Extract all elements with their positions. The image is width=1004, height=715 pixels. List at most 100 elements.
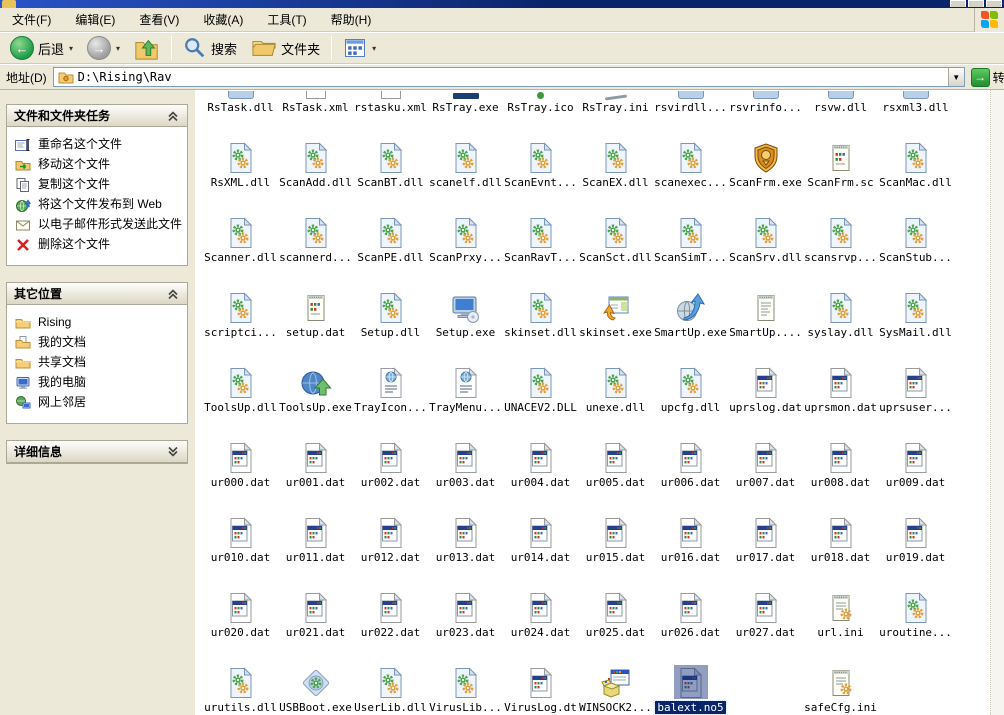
tasks-item-1[interactable]: 移动这个文件 bbox=[15, 155, 183, 175]
file-item[interactable]: uprslog.dat bbox=[728, 363, 803, 438]
file-item[interactable]: ScanBT.dll bbox=[353, 138, 428, 213]
file-item[interactable]: rsvrinfo... bbox=[728, 90, 803, 138]
file-item[interactable]: ScanFrm.sc bbox=[803, 138, 878, 213]
chevron-up-icon[interactable] bbox=[166, 287, 180, 301]
file-item[interactable]: ur001.dat bbox=[278, 438, 353, 513]
file-item[interactable]: UserLib.dll bbox=[353, 663, 428, 715]
file-item[interactable]: Setup.dll bbox=[353, 288, 428, 363]
file-item[interactable]: ur019.dat bbox=[878, 513, 953, 588]
chevron-down-icon[interactable] bbox=[166, 445, 180, 459]
file-item[interactable]: ur023.dat bbox=[428, 588, 503, 663]
file-item[interactable]: ur009.dat bbox=[878, 438, 953, 513]
file-item[interactable]: ur000.dat bbox=[203, 438, 278, 513]
file-item[interactable]: upcfg.dll bbox=[653, 363, 728, 438]
file-item[interactable]: rsxml3.dll bbox=[878, 90, 953, 138]
file-item[interactable]: RsTask.xml bbox=[278, 90, 353, 138]
file-item[interactable]: balext.no5 bbox=[653, 663, 728, 715]
file-item[interactable]: VirusLib... bbox=[428, 663, 503, 715]
file-item[interactable]: ScanSct.dll bbox=[578, 213, 653, 288]
file-item[interactable]: SysMail.dll bbox=[878, 288, 953, 363]
file-item[interactable]: ur020.dat bbox=[203, 588, 278, 663]
file-item[interactable]: ur027.dat bbox=[728, 588, 803, 663]
tasks-item-4[interactable]: 以电子邮件形式发送此文件 bbox=[15, 215, 183, 235]
views-button[interactable]: ▾ bbox=[337, 34, 382, 62]
go-button[interactable]: → 转到 bbox=[971, 68, 1004, 87]
chevron-up-icon[interactable] bbox=[166, 109, 180, 123]
back-dropdown-icon[interactable]: ▾ bbox=[69, 44, 73, 53]
file-item[interactable]: ur016.dat bbox=[653, 513, 728, 588]
forward-dropdown-icon[interactable]: ▾ bbox=[116, 44, 120, 53]
panel-details-header[interactable]: 详细信息 bbox=[7, 441, 187, 463]
file-item[interactable]: ur018.dat bbox=[803, 513, 878, 588]
file-item[interactable]: ur006.dat bbox=[653, 438, 728, 513]
file-item[interactable]: ToolsUp.exe bbox=[278, 363, 353, 438]
file-item[interactable]: USBBoot.exe bbox=[278, 663, 353, 715]
file-item[interactable]: scriptci... bbox=[203, 288, 278, 363]
maximize-button[interactable] bbox=[968, 0, 984, 7]
file-item[interactable]: syslay.dll bbox=[803, 288, 878, 363]
file-item[interactable]: UNACEV2.DLL bbox=[503, 363, 578, 438]
close-button[interactable] bbox=[986, 0, 1002, 7]
file-item[interactable]: SmartUp.exe bbox=[653, 288, 728, 363]
back-button[interactable]: ← 后退 ▾ bbox=[4, 34, 79, 62]
file-item[interactable]: ScanEvnt... bbox=[503, 138, 578, 213]
tasks-item-0[interactable]: 重命名这个文件 bbox=[15, 135, 183, 155]
file-item[interactable]: ur012.dat bbox=[353, 513, 428, 588]
file-item[interactable]: ur011.dat bbox=[278, 513, 353, 588]
file-item[interactable]: ScanStub... bbox=[878, 213, 953, 288]
tasks-item-5[interactable]: 删除这个文件 bbox=[15, 235, 183, 255]
file-item[interactable]: ur014.dat bbox=[503, 513, 578, 588]
tasks-item-3[interactable]: 将这个文件发布到 Web bbox=[15, 195, 183, 215]
file-item[interactable]: scanelf.dll bbox=[428, 138, 503, 213]
file-item[interactable]: ur022.dat bbox=[353, 588, 428, 663]
views-dropdown-icon[interactable]: ▾ bbox=[372, 44, 376, 53]
file-item[interactable]: ur010.dat bbox=[203, 513, 278, 588]
file-item[interactable]: rstasku.xml bbox=[353, 90, 428, 138]
file-item[interactable]: ur003.dat bbox=[428, 438, 503, 513]
file-item[interactable]: ur002.dat bbox=[353, 438, 428, 513]
file-item[interactable]: skinset.exe bbox=[578, 288, 653, 363]
file-item[interactable]: RsXML.dll bbox=[203, 138, 278, 213]
file-item[interactable]: ScanMac.dll bbox=[878, 138, 953, 213]
forward-button[interactable]: → ▾ bbox=[81, 34, 126, 62]
file-item[interactable]: ScanAdd.dll bbox=[278, 138, 353, 213]
file-item[interactable]: ur024.dat bbox=[503, 588, 578, 663]
panel-other-places-header[interactable]: 其它位置 bbox=[7, 283, 187, 305]
file-item[interactable]: ur005.dat bbox=[578, 438, 653, 513]
places-item-4[interactable]: 网上邻居 bbox=[15, 393, 183, 413]
file-item[interactable]: safeCfg.ini bbox=[803, 663, 878, 715]
file-item[interactable]: ur013.dat bbox=[428, 513, 503, 588]
file-item[interactable]: ur008.dat bbox=[803, 438, 878, 513]
file-item[interactable]: ur026.dat bbox=[653, 588, 728, 663]
file-item[interactable]: uprsmon.dat bbox=[803, 363, 878, 438]
file-item[interactable]: ur025.dat bbox=[578, 588, 653, 663]
file-item[interactable]: ScanEX.dll bbox=[578, 138, 653, 213]
menu-item-2[interactable]: 查看(V) bbox=[127, 8, 191, 31]
address-field[interactable]: ▼ bbox=[53, 67, 965, 87]
address-input[interactable] bbox=[78, 69, 948, 85]
file-item[interactable]: TrayIcon... bbox=[353, 363, 428, 438]
panel-file-tasks-header[interactable]: 文件和文件夹任务 bbox=[7, 105, 187, 127]
vertical-scrollbar[interactable] bbox=[990, 90, 1004, 715]
file-item[interactable]: RsTray.ico bbox=[503, 90, 578, 138]
search-button[interactable]: 搜索 bbox=[177, 34, 243, 62]
menu-item-5[interactable]: 帮助(H) bbox=[319, 8, 384, 31]
file-item[interactable]: VirusLog.dt bbox=[503, 663, 578, 715]
file-item[interactable]: ur015.dat bbox=[578, 513, 653, 588]
file-item[interactable]: Setup.exe bbox=[428, 288, 503, 363]
menu-item-1[interactable]: 编辑(E) bbox=[63, 8, 127, 31]
places-item-0[interactable]: Rising bbox=[15, 313, 183, 333]
file-item[interactable]: uroutine... bbox=[878, 588, 953, 663]
file-item[interactable]: rsvw.dll bbox=[803, 90, 878, 138]
file-item[interactable]: ScanSimT... bbox=[653, 213, 728, 288]
menu-item-4[interactable]: 工具(T) bbox=[255, 8, 318, 31]
file-item[interactable]: ur017.dat bbox=[728, 513, 803, 588]
file-item[interactable]: scansrvp... bbox=[803, 213, 878, 288]
places-item-2[interactable]: 共享文档 bbox=[15, 353, 183, 373]
file-item[interactable]: ScanPrxy... bbox=[428, 213, 503, 288]
file-item[interactable]: unexe.dll bbox=[578, 363, 653, 438]
file-item[interactable]: urutils.dll bbox=[203, 663, 278, 715]
menu-item-3[interactable]: 收藏(A) bbox=[191, 8, 255, 31]
file-item[interactable]: ur021.dat bbox=[278, 588, 353, 663]
file-item[interactable]: ur004.dat bbox=[503, 438, 578, 513]
